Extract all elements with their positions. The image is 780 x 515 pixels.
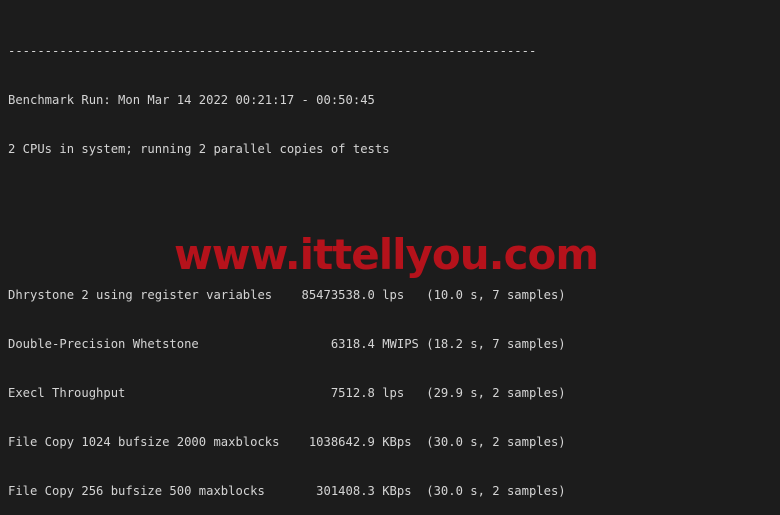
result-row: Dhrystone 2 using register variables 854… bbox=[8, 288, 566, 303]
benchmark-run-line: Benchmark Run: Mon Mar 14 2022 00:21:17 … bbox=[8, 92, 375, 107]
top-rule: ----------------------------------------… bbox=[8, 43, 537, 58]
cpu-count-line: 2 CPUs in system; running 2 parallel cop… bbox=[8, 141, 390, 156]
result-row: Execl Throughput 7512.8 lps (29.9 s, 2 s… bbox=[8, 386, 566, 401]
result-row: File Copy 1024 bufsize 2000 maxblocks 10… bbox=[8, 435, 566, 450]
result-row: File Copy 256 bufsize 500 maxblocks 3014… bbox=[8, 483, 566, 498]
terminal-screen: ----------------------------------------… bbox=[8, 0, 566, 515]
results-block: Dhrystone 2 using register variables 854… bbox=[8, 255, 566, 515]
result-row: Double-Precision Whetstone 6318.4 MWIPS … bbox=[8, 337, 566, 352]
terminal-window[interactable]: ----------------------------------------… bbox=[0, 0, 780, 515]
